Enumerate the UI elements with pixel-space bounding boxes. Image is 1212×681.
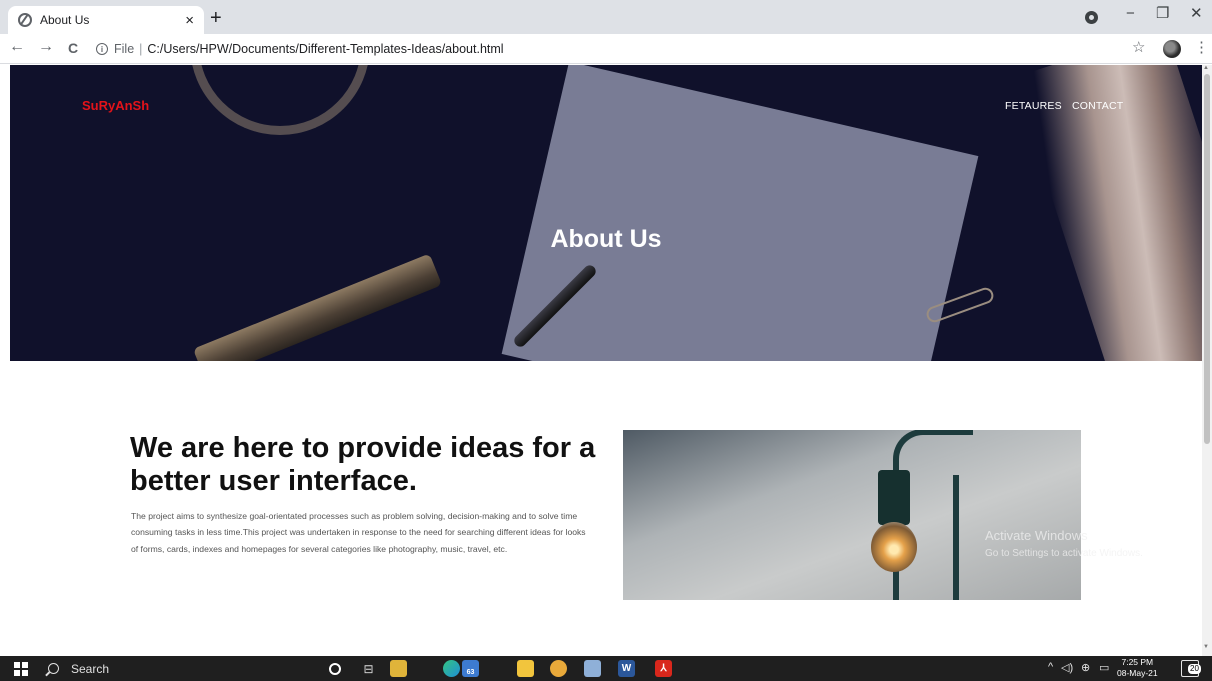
- lamp-photo: [623, 430, 1081, 600]
- extension-icon[interactable]: [1085, 11, 1098, 24]
- about-headline: We are here to provide ideas for a bette…: [130, 432, 596, 498]
- windows-start-icon[interactable]: [14, 662, 28, 676]
- task-view-icon[interactable]: ⊟: [360, 660, 377, 677]
- nav-link-features[interactable]: FETAURES: [1005, 100, 1062, 112]
- mail-badge: 63: [466, 669, 475, 676]
- lamp-pole: [953, 475, 959, 600]
- cortana-icon[interactable]: [329, 663, 341, 675]
- hero-pen-cap-decoration: [192, 253, 443, 361]
- windows-taskbar: Search ⊟ 63 W ⅄ ^ ◁) ⊕ ▭ 7:25 PM 08-May-…: [0, 656, 1212, 681]
- word-icon[interactable]: W: [618, 660, 635, 677]
- bookmark-star-icon[interactable]: ☆: [1132, 40, 1145, 55]
- edge-icon[interactable]: [443, 660, 460, 677]
- file-explorer-icon[interactable]: [517, 660, 534, 677]
- address-separator: |: [139, 42, 143, 56]
- scroll-down-arrow-icon[interactable]: ▼: [1203, 644, 1209, 650]
- browser-tab[interactable]: About Us ×: [8, 6, 204, 34]
- taskbar-clock[interactable]: 7:25 PM 08-May-21: [1117, 657, 1158, 678]
- forward-button[interactable]: →: [38, 39, 54, 55]
- tab-close-button[interactable]: ×: [185, 13, 194, 28]
- mail-icon[interactable]: 63: [462, 660, 479, 677]
- lamp-socket: [878, 470, 910, 525]
- search-icon: [48, 663, 59, 674]
- activate-windows-subtext: Go to Settings to activate Windows.: [985, 548, 1143, 559]
- maximize-button[interactable]: ❐: [1156, 6, 1169, 21]
- acrobat-icon[interactable]: ⅄: [655, 660, 672, 677]
- nav-link-contact[interactable]: CONTACT: [1072, 100, 1123, 112]
- globe-icon: [18, 13, 32, 27]
- info-icon[interactable]: i: [96, 43, 108, 55]
- tab-title: About Us: [40, 13, 90, 27]
- close-window-button[interactable]: ✕: [1190, 6, 1203, 21]
- back-button[interactable]: ←: [9, 39, 25, 55]
- page-viewport: SuRyAnSh FETAURES CONTACT About Us We ar…: [0, 65, 1212, 656]
- clock-time: 7:25 PM: [1121, 657, 1154, 667]
- minimize-button[interactable]: −: [1126, 6, 1135, 21]
- light-bulb: [871, 522, 917, 572]
- new-tab-button[interactable]: +: [210, 8, 222, 28]
- reload-button[interactable]: C: [68, 41, 78, 55]
- browser-toolbar: ← → C i File | C:/Users/HPW/Documents/Di…: [0, 34, 1212, 64]
- scroll-up-arrow-icon[interactable]: ▲: [1203, 65, 1209, 71]
- taskbar-search-box[interactable]: Search: [48, 656, 109, 681]
- browser-menu-icon[interactable]: ⋮: [1194, 40, 1209, 55]
- address-prefix: File: [114, 42, 135, 56]
- hero-paper-decoration: [501, 65, 979, 361]
- notepad-icon[interactable]: [584, 660, 601, 677]
- hero-ribbon-decoration: [190, 65, 370, 135]
- taskbar-search-label: Search: [71, 661, 110, 676]
- profile-avatar[interactable]: [1163, 40, 1181, 58]
- network-globe-icon[interactable]: ⊕: [1081, 661, 1090, 674]
- about-body-text: The project aims to synthesize goal-orie…: [131, 511, 586, 554]
- tray-chevron-icon[interactable]: ^: [1048, 661, 1053, 673]
- page-title: About Us: [550, 225, 662, 253]
- activate-windows-watermark: Activate Windows: [985, 528, 1088, 543]
- address-bar[interactable]: i File | C:/Users/HPW/Documents/Differen…: [96, 38, 1166, 60]
- volume-icon[interactable]: ◁): [1061, 661, 1073, 674]
- store-icon[interactable]: [390, 660, 407, 677]
- clock-date: 08-May-21: [1117, 667, 1158, 678]
- notification-count: 20: [1188, 664, 1201, 675]
- address-url: C:/Users/HPW/Documents/Different-Templat…: [147, 42, 504, 56]
- battery-icon[interactable]: ▭: [1099, 661, 1109, 674]
- scrollbar-thumb[interactable]: [1204, 74, 1210, 444]
- brand-logo[interactable]: SuRyAnSh: [82, 98, 149, 113]
- browser-tab-bar: About Us × + − ❐ ✕: [0, 0, 1212, 34]
- chrome-icon[interactable]: [550, 660, 567, 677]
